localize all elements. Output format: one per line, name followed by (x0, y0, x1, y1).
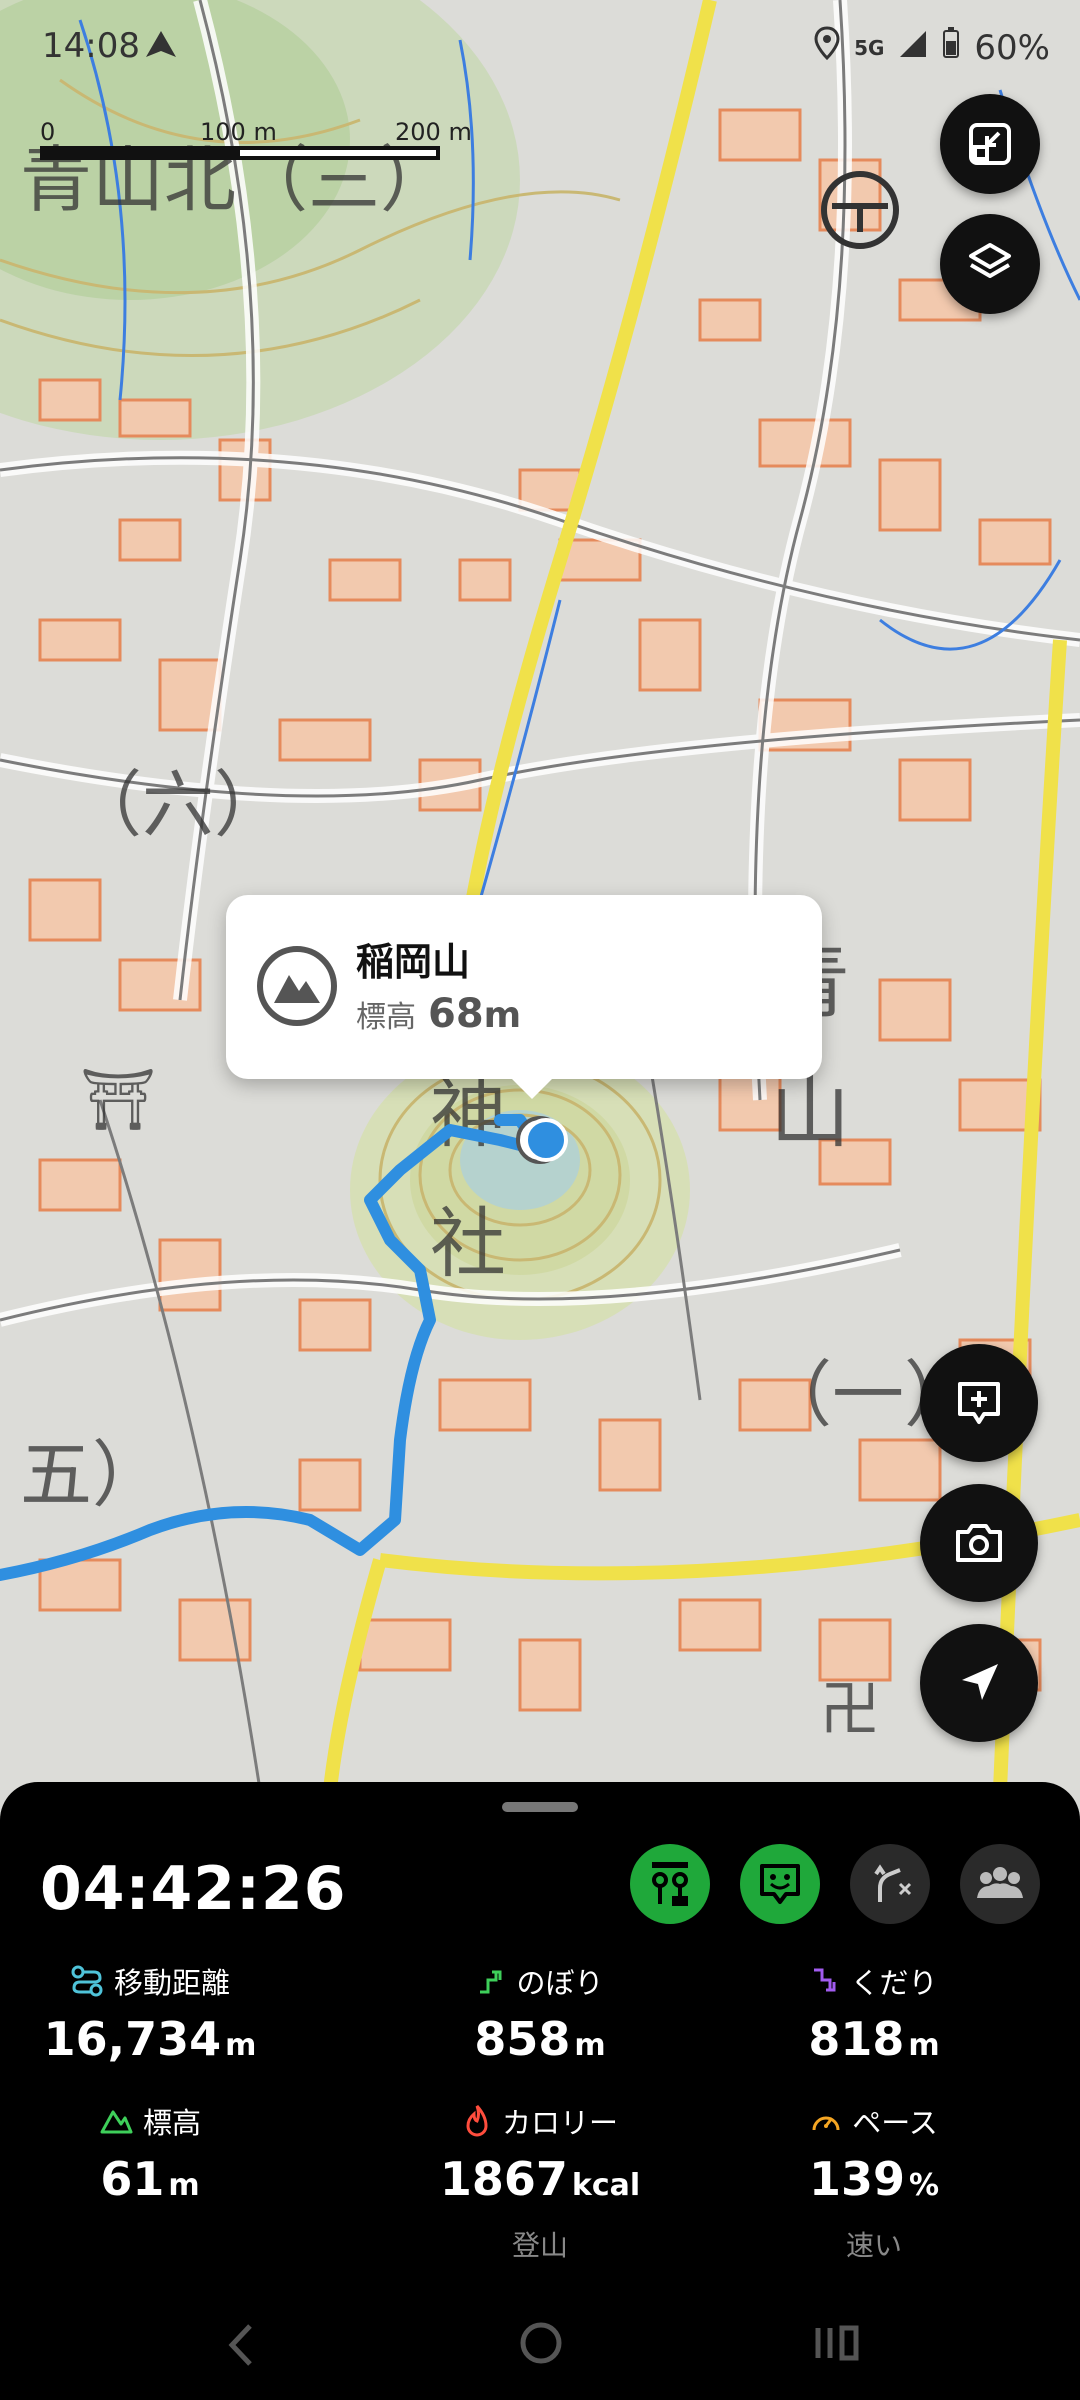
summit-elevation-value: 68 (428, 991, 484, 1037)
back-chevron-icon (228, 2324, 252, 2366)
route-branch-icon (874, 1864, 912, 1902)
summit-popup[interactable]: 稲岡山 標高 68m (226, 895, 822, 1099)
location-pin-icon (814, 26, 840, 69)
stat-calories: カロリー 1867 kcal 登山 (360, 2100, 720, 2264)
map-layers-button[interactable] (940, 214, 1040, 314)
recents-icon (815, 2325, 859, 2361)
battery-icon (942, 27, 960, 68)
route-off-button[interactable] (850, 1844, 930, 1924)
stat-ascent-unit: m (574, 2028, 606, 2063)
stat-distance-unit: m (225, 2028, 257, 2063)
stat-distance-value: 16,734 (43, 2012, 222, 2066)
scale-label-200: 200 m (395, 118, 472, 146)
summit-elevation: 標高 68m (356, 991, 521, 1037)
route-icon (71, 1965, 103, 1997)
network-label: 5G (854, 35, 885, 60)
group-icon (977, 1867, 1023, 1898)
stat-pace-unit: % (908, 2168, 940, 2203)
stat-descent-value: 818 (808, 2012, 905, 2066)
flame-icon (466, 2104, 488, 2137)
back-button[interactable] (220, 2320, 260, 2374)
checkpoint-pins-icon (652, 1862, 688, 1906)
ascent-icon (480, 1970, 502, 1994)
stat-ascent-value: 858 (474, 2012, 571, 2066)
summit-elevation-unit: m (483, 995, 522, 1036)
stat-pace-label: ペース (852, 2106, 938, 2140)
descent-icon (814, 1968, 836, 1992)
stat-distance: 移動距離 16,734 m (0, 1960, 330, 2066)
stat-pace-rating: 速い (845, 2229, 902, 2262)
navigation-arrow-icon (144, 28, 178, 68)
stat-elevation-unit: m (168, 2168, 200, 2203)
add-note-button[interactable] (920, 1344, 1038, 1462)
current-location-marker (516, 1116, 568, 1164)
signal-icon (898, 28, 928, 68)
scale-bar-graphic (40, 146, 440, 160)
speedometer-icon (812, 2116, 840, 2131)
exit-fullscreen-icon (969, 123, 1011, 165)
exit-fullscreen-button[interactable] (940, 94, 1040, 194)
elapsed-time: 04:42:26 (40, 1854, 347, 1924)
layers-icon (969, 243, 1011, 278)
stat-descent: くだり 818 m (694, 1960, 1054, 2066)
map-label-sha: 社 (430, 1199, 506, 1288)
camera-button[interactable] (920, 1484, 1038, 1602)
stat-calories-value: 1867 (439, 2152, 568, 2206)
map-label-6: （六） (70, 763, 286, 847)
stat-distance-label: 移動距離 (113, 1966, 230, 2000)
sheet-drag-handle[interactable] (502, 1802, 578, 1812)
stat-calories-unit: kcal (571, 2168, 641, 2203)
stat-elevation-label: 標高 (142, 2106, 201, 2140)
stat-ascent: のぼり 858 m (360, 1960, 720, 2066)
smile-chat-icon (760, 1864, 800, 1904)
message-button[interactable] (740, 1844, 820, 1924)
stat-descent-label: くだり (850, 1966, 938, 2000)
stat-ascent-label: のぼり (516, 1966, 604, 2000)
system-nav-bar (0, 2290, 1080, 2400)
map-label-shrine-mark: ⛩ (80, 1065, 156, 1135)
summit-elevation-label: 標高 (356, 1000, 416, 1035)
stat-descent-unit: m (908, 2028, 940, 2063)
stat-pace: ペース 139% 速い (694, 2100, 1054, 2264)
group-button[interactable] (960, 1844, 1040, 1924)
recents-button[interactable] (812, 2320, 862, 2370)
stat-elevation-value: 61 (100, 2152, 165, 2206)
checkpoint-button[interactable] (630, 1844, 710, 1924)
scale-label-100: 100 m (200, 118, 277, 146)
home-button[interactable] (518, 2320, 564, 2370)
mountain-icon (100, 2110, 133, 2134)
stat-pace-value: 139 (808, 2152, 905, 2206)
stat-elevation: 標高 61 m (0, 2100, 330, 2206)
current-location-button[interactable] (920, 1624, 1038, 1742)
navigation-arrow-icon (962, 1664, 998, 1700)
popup-pointer (510, 1077, 554, 1099)
add-comment-icon (958, 1382, 1000, 1424)
home-circle-icon (520, 2322, 562, 2364)
battery-percent: 60% (974, 27, 1050, 68)
status-bar: 14:08 5G 60% (0, 0, 1080, 90)
map-label-temple: 卍 (820, 1675, 880, 1745)
status-time: 14:08 (42, 26, 140, 66)
camera-icon (956, 1524, 1002, 1562)
mountain-badge-icon (256, 945, 338, 1031)
map-label-yama: 山 (770, 1066, 850, 1159)
map-label-5: 五） (20, 1433, 164, 1517)
map-scale-bar: 0 100 m 200 m (40, 118, 480, 168)
stat-calories-label: カロリー (501, 2106, 618, 2140)
stat-calories-activity: 登山 (511, 2229, 568, 2262)
summit-name: 稲岡山 (356, 940, 471, 984)
scale-label-0: 0 (40, 118, 56, 146)
